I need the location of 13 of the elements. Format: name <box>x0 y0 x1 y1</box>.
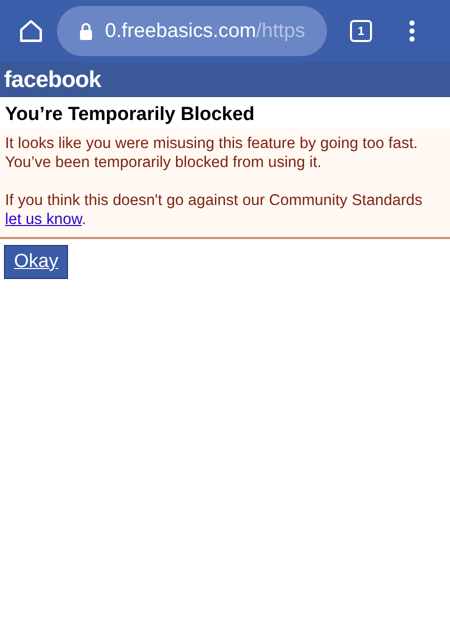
tab-count-button[interactable]: 1 <box>350 20 372 42</box>
warning-text: It looks like you were misusing this feature by going too fast. You’ve been temporarily blocked from using it. <box>5 134 419 172</box>
url-path: /https <box>256 20 306 42</box>
url-domain: 0.freebasics.com <box>105 20 256 42</box>
okay-button[interactable]: Okay <box>4 245 68 279</box>
address-bar[interactable]: 0.freebasics.com/https <box>57 6 327 56</box>
home-icon[interactable] <box>18 18 44 44</box>
let-us-know-link[interactable]: let us know <box>5 211 82 228</box>
page-title: You’re Temporarily Blocked <box>4 103 256 127</box>
lock-icon <box>79 22 93 40</box>
menu-icon[interactable] <box>409 20 415 42</box>
warning-text: If you think this doesn't go against our Community Standards let us know. <box>5 191 424 229</box>
facebook-logo[interactable]: facebook <box>4 68 101 90</box>
